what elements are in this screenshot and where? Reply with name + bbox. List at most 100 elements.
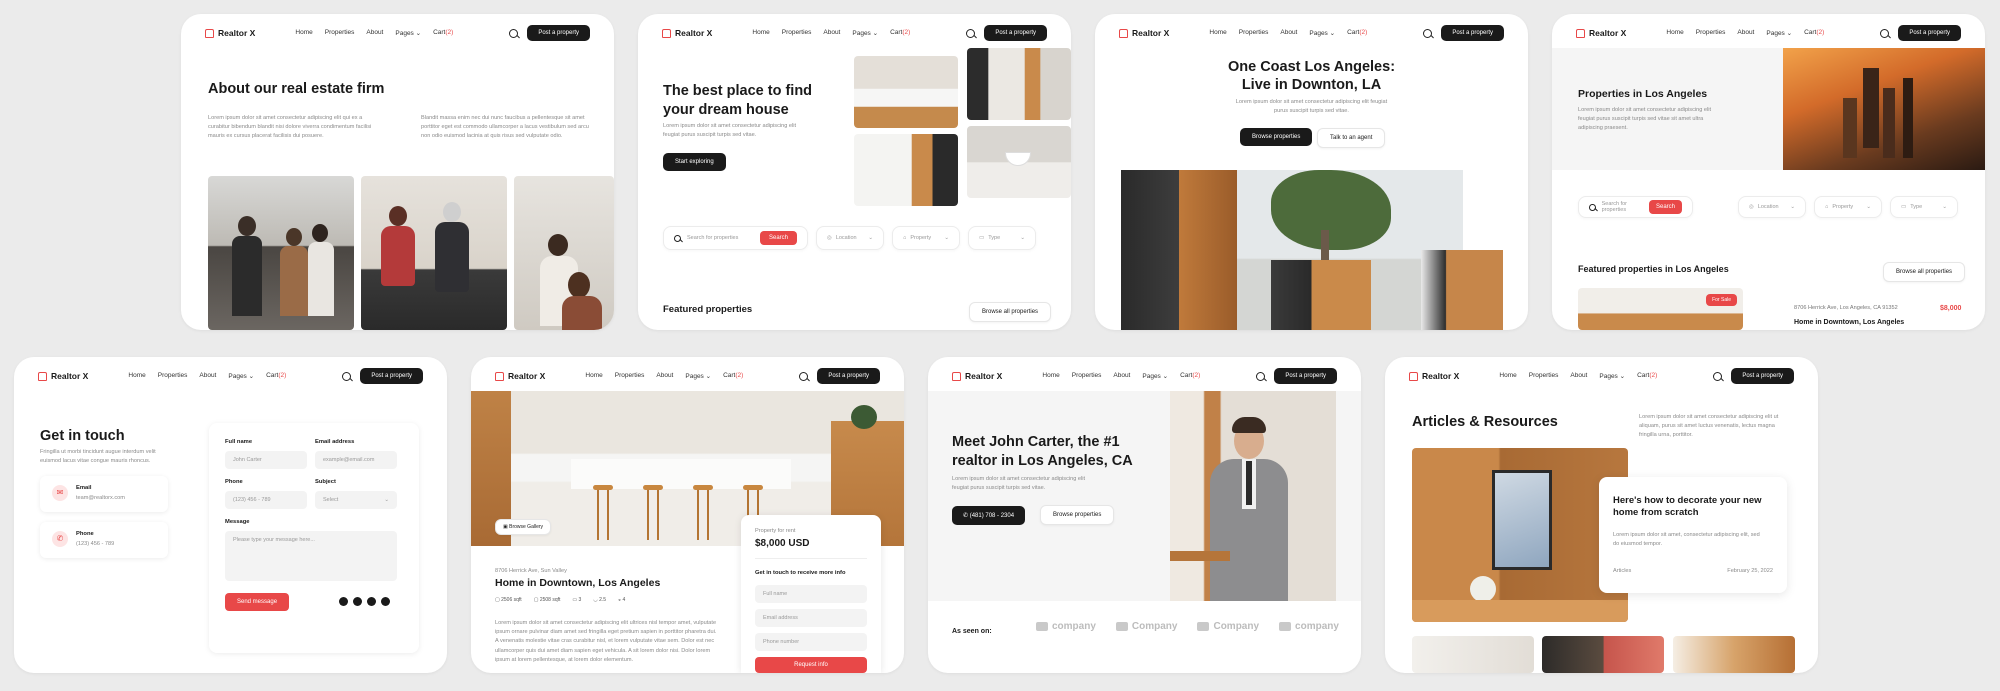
nav-link-pages[interactable]: Pages ⌄ <box>852 29 878 37</box>
instagram-icon[interactable] <box>367 597 376 606</box>
property-select[interactable]: ⌂ Property ⌄ <box>892 226 960 250</box>
brand-logo[interactable]: Realtor X <box>952 371 1002 381</box>
nav-link-cart[interactable]: Cart(2) <box>433 29 453 37</box>
location-select[interactable]: ◎ Location ⌄ <box>816 226 884 250</box>
post-property-button[interactable]: Post a property <box>1898 25 1961 41</box>
brand-logo[interactable]: Realtor X <box>1409 371 1459 381</box>
search-button[interactable]: Search <box>759 231 797 245</box>
nav-link-cart[interactable]: Cart(2) <box>1637 372 1657 380</box>
send-message-button[interactable]: Send message <box>225 593 290 611</box>
search-icon[interactable] <box>342 371 352 381</box>
full-name-input[interactable]: Full name <box>755 585 867 603</box>
nav-link-about[interactable]: About <box>366 29 383 37</box>
search-icon[interactable] <box>966 28 976 38</box>
nav-link-pages[interactable]: Pages ⌄ <box>1142 372 1168 380</box>
subject-select[interactable]: Select ⌄ <box>315 491 397 509</box>
type-select[interactable]: ▭ Type ⌄ <box>1890 196 1958 218</box>
post-property-button[interactable]: Post a property <box>984 25 1047 41</box>
nav-link-properties[interactable]: Properties <box>1239 29 1269 37</box>
brand-logo[interactable]: Realtor X <box>662 28 712 38</box>
nav-link-about[interactable]: About <box>1570 372 1587 380</box>
nav-link-properties[interactable]: Properties <box>1696 29 1726 37</box>
nav-link-pages[interactable]: Pages ⌄ <box>1766 29 1792 37</box>
twitter-icon[interactable] <box>353 597 362 606</box>
nav-link-pages[interactable]: Pages ⌄ <box>395 29 421 37</box>
search-icon[interactable] <box>509 28 519 38</box>
post-property-button[interactable]: Post a property <box>527 25 590 41</box>
search-icon[interactable] <box>799 371 809 381</box>
nav-link-home[interactable]: Home <box>1209 29 1226 37</box>
search-icon[interactable] <box>1713 371 1723 381</box>
nav-link-properties[interactable]: Properties <box>615 372 645 380</box>
email-input[interactable]: example@email.com <box>315 451 397 469</box>
nav-link-pages[interactable]: Pages ⌄ <box>1309 29 1335 37</box>
search-input[interactable]: Search for properties <box>1602 201 1649 213</box>
search-icon[interactable] <box>1256 371 1266 381</box>
email-contact-card[interactable]: ✉ Email team@realtorx.com <box>40 476 168 512</box>
search-input[interactable]: Search for properties <box>687 235 738 241</box>
nav-link-cart[interactable]: Cart(2) <box>266 372 286 380</box>
browse-all-button[interactable]: Browse all properties <box>1883 262 1966 282</box>
nav-link-home[interactable]: Home <box>1499 372 1516 380</box>
search-button[interactable]: Search <box>1648 200 1682 214</box>
nav-link-home[interactable]: Home <box>1666 29 1683 37</box>
post-property-button[interactable]: Post a property <box>1274 368 1337 384</box>
type-select[interactable]: ▭ Type ⌄ <box>968 226 1036 250</box>
browse-properties-button[interactable]: Browse properties <box>1040 505 1115 525</box>
phone-contact-card[interactable]: ✆ Phone (123) 456 - 789 <box>40 522 168 558</box>
browse-gallery-button[interactable]: ▣ Browse Gallery <box>495 519 552 535</box>
nav-link-properties[interactable]: Properties <box>782 29 812 37</box>
brand-logo[interactable]: Realtor X <box>38 371 88 381</box>
nav-link-pages[interactable]: Pages ⌄ <box>1599 372 1625 380</box>
nav-link-cart[interactable]: Cart(2) <box>1804 29 1824 37</box>
search-icon[interactable] <box>1880 28 1890 38</box>
facebook-icon[interactable] <box>339 597 348 606</box>
email-input[interactable]: Email address <box>755 609 867 627</box>
linkedin-icon[interactable] <box>381 597 390 606</box>
full-name-input[interactable]: John Carter <box>225 451 307 469</box>
brand-logo[interactable]: Realtor X <box>1119 28 1169 38</box>
search-icon[interactable] <box>1423 28 1433 38</box>
brand-logo[interactable]: Realtor X <box>1576 28 1626 38</box>
nav-link-properties[interactable]: Properties <box>1072 372 1102 380</box>
post-property-button[interactable]: Post a property <box>817 368 880 384</box>
post-property-button[interactable]: Post a property <box>360 368 423 384</box>
article-card[interactable]: Here's how to decorate your new home fro… <box>1599 477 1787 593</box>
nav-link-properties[interactable]: Properties <box>325 29 355 37</box>
nav-link-about[interactable]: About <box>199 372 216 380</box>
property-select[interactable]: ⌂ Property ⌄ <box>1814 196 1882 218</box>
nav-link-cart[interactable]: Cart(2) <box>723 372 743 380</box>
nav-link-cart[interactable]: Cart(2) <box>1347 29 1367 37</box>
nav-link-cart[interactable]: Cart(2) <box>890 29 910 37</box>
nav-link-properties[interactable]: Properties <box>158 372 188 380</box>
nav-link-home[interactable]: Home <box>128 372 145 380</box>
phone-input[interactable]: (123) 456 - 789 <box>225 491 307 509</box>
post-property-button[interactable]: Post a property <box>1731 368 1794 384</box>
location-select[interactable]: ◎ Location ⌄ <box>1738 196 1806 218</box>
browse-all-button[interactable]: Browse all properties <box>969 302 1052 322</box>
nav-link-about[interactable]: About <box>1737 29 1754 37</box>
nav-link-pages[interactable]: Pages ⌄ <box>685 372 711 380</box>
request-info-button[interactable]: Request info <box>755 657 867 673</box>
nav-link-home[interactable]: Home <box>1042 372 1059 380</box>
nav-link-about[interactable]: About <box>823 29 840 37</box>
nav-link-properties[interactable]: Properties <box>1529 372 1559 380</box>
nav-link-about[interactable]: About <box>656 372 673 380</box>
brand-logo[interactable]: Realtor X <box>205 28 255 38</box>
nav-link-home[interactable]: Home <box>585 372 602 380</box>
cart-count: (2) <box>1816 29 1825 36</box>
start-exploring-button[interactable]: Start exploring <box>663 153 726 171</box>
brand-logo[interactable]: Realtor X <box>495 371 545 381</box>
call-agent-button[interactable]: ✆ (481) 708 - 2304 <box>952 506 1026 525</box>
nav-link-about[interactable]: About <box>1113 372 1130 380</box>
nav-link-pages[interactable]: Pages ⌄ <box>228 372 254 380</box>
talk-to-agent-button[interactable]: Talk to an agent <box>1317 128 1386 148</box>
post-property-button[interactable]: Post a property <box>1441 25 1504 41</box>
phone-input[interactable]: Phone number <box>755 633 867 651</box>
nav-link-cart[interactable]: Cart(2) <box>1180 372 1200 380</box>
browse-properties-button[interactable]: Browse properties <box>1240 128 1313 146</box>
nav-link-home[interactable]: Home <box>752 29 769 37</box>
message-textarea[interactable]: Please type your message here... <box>225 531 397 581</box>
nav-link-about[interactable]: About <box>1280 29 1297 37</box>
nav-link-home[interactable]: Home <box>295 29 312 37</box>
